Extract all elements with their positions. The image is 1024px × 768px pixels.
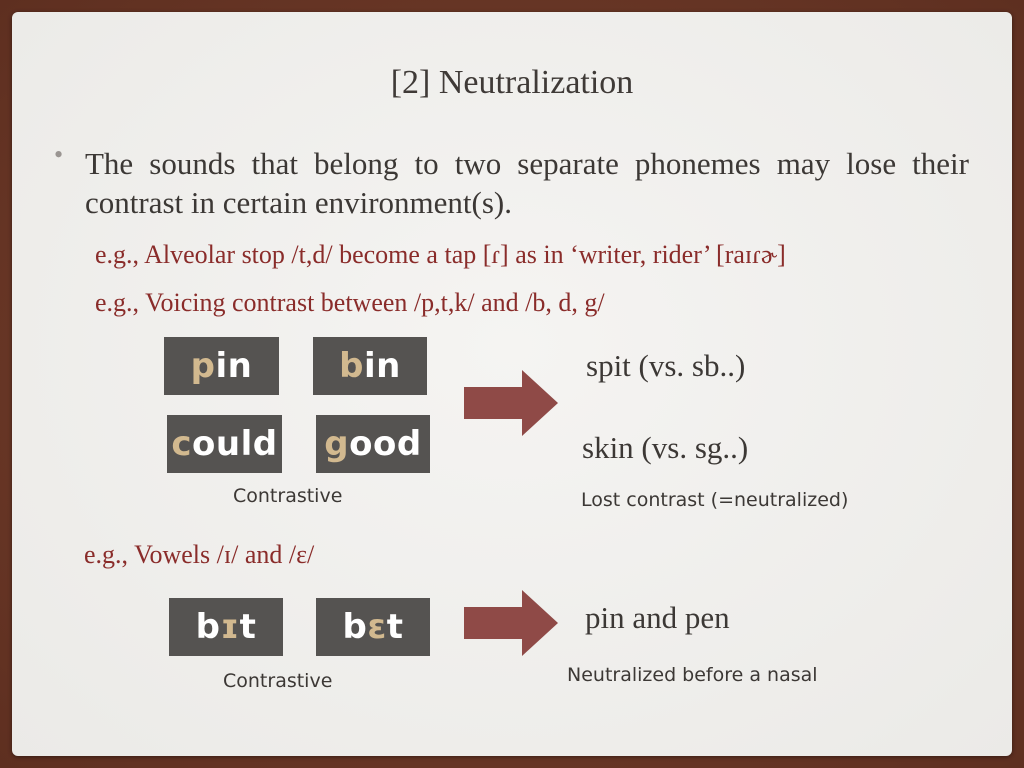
tile-rest: t (239, 607, 257, 647)
caption-neutralized-nasal: Neutralized before a nasal (567, 664, 818, 686)
tile-rest: in (215, 346, 253, 386)
bullet-text: The sounds that belong to two separate p… (85, 146, 969, 220)
tile-rest: ould (192, 424, 278, 464)
tile-rest: ood (349, 424, 422, 464)
tile-highlight: g (324, 424, 350, 464)
caption-contrastive-vowels: Contrastive (223, 670, 333, 692)
word-tile-bin: b in (313, 337, 427, 395)
tile-highlight: c (171, 424, 193, 464)
tile-rest: in (363, 346, 401, 386)
tile-prefix: b (342, 607, 368, 647)
word-tile-could: c ould (167, 415, 282, 473)
tile-prefix: b (195, 607, 221, 647)
tile-highlight: ɛ (367, 607, 387, 647)
word-tile-bet: bɛt (316, 598, 430, 656)
tile-highlight: p (190, 346, 216, 386)
slide-title: [2] Neutralization (390, 64, 634, 101)
example-tap: e.g., Alveolar stop /t,d/ become a tap [… (95, 240, 786, 269)
caption-lost-contrast: Lost contrast (=neutralized) (581, 489, 849, 511)
tile-rest: t (386, 607, 404, 647)
word-tile-bit: bɪt (169, 598, 283, 656)
result-spit: spit (vs. sb..) (586, 348, 746, 383)
example-vowels: e.g., Vowels /ɪ/ and /ɛ/ (84, 540, 315, 569)
arrow-right-icon (464, 590, 558, 656)
bullet-dot-icon: • (54, 140, 64, 169)
word-tile-good: g ood (316, 415, 430, 473)
tile-highlight: b (339, 346, 364, 386)
slide: [2] Neutralization • The sounds that bel… (12, 12, 1012, 756)
tile-highlight: ɪ (220, 607, 240, 647)
arrow-right-icon (464, 370, 558, 436)
example-voicing: e.g., Voicing contrast between /p,t,k/ a… (95, 288, 605, 317)
result-skin: skin (vs. sg..) (582, 430, 749, 465)
word-tile-pin: p in (164, 337, 279, 395)
result-pin-and-pen: pin and pen (585, 600, 730, 635)
caption-contrastive: Contrastive (233, 485, 343, 507)
